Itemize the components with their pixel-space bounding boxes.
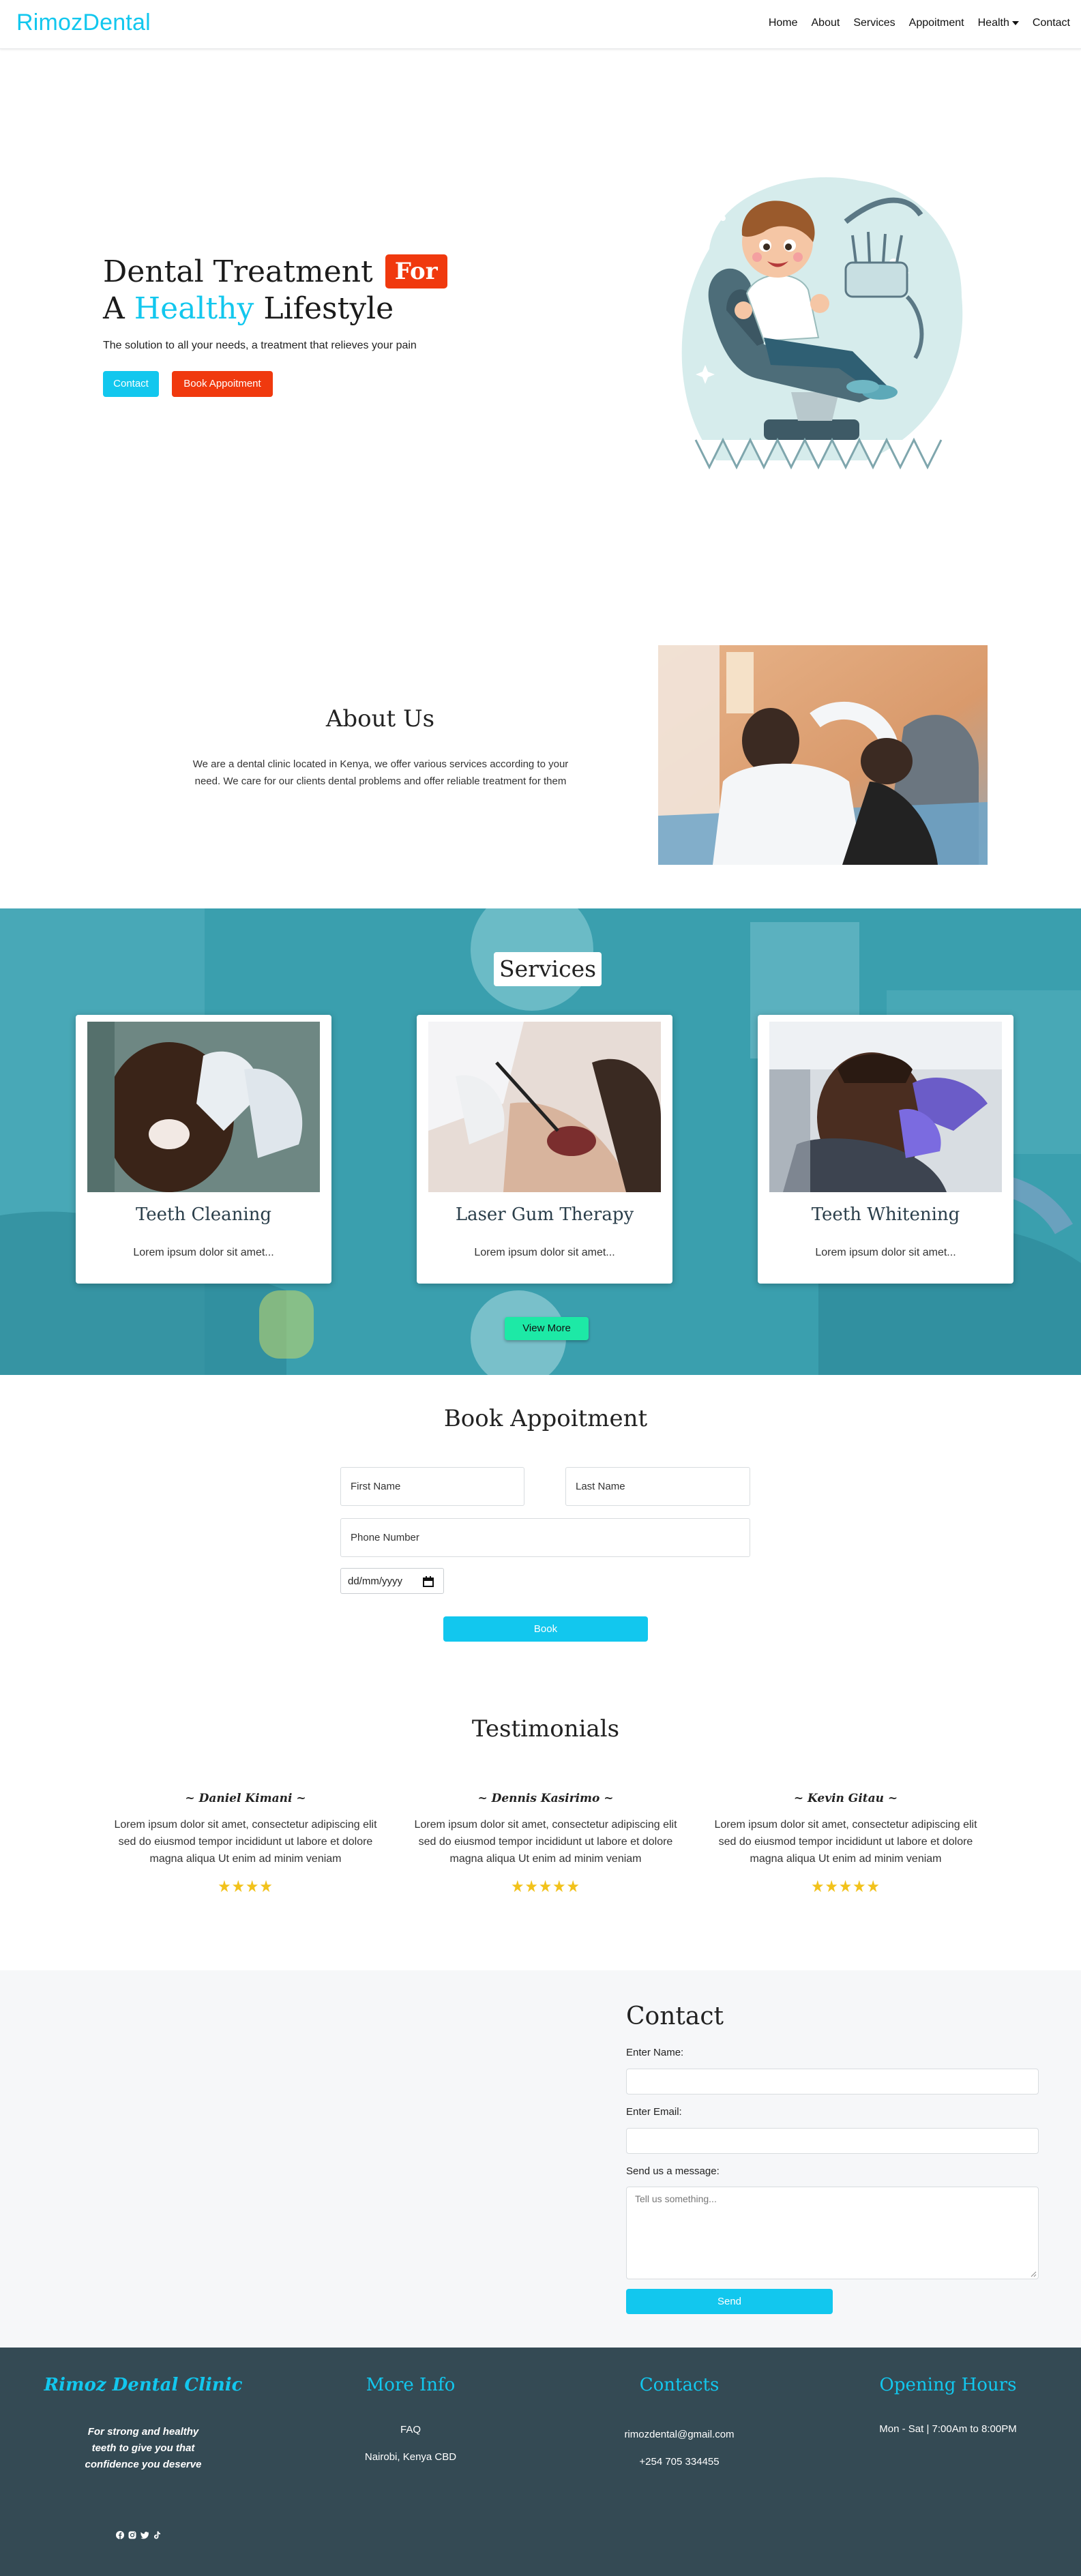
about-dentist-photo (658, 645, 988, 865)
about-text: We are a dental clinic located in Kenya,… (192, 758, 569, 787)
footer-opening-hours-title: Opening Hours (879, 2375, 1017, 2395)
tiktok-icon[interactable] (153, 2531, 161, 2539)
email-label: Enter Email: (626, 2106, 682, 2118)
contact-title: Contact (626, 2002, 724, 2030)
message-placeholder: Tell us something... (635, 2193, 717, 2204)
services-title: Services (494, 952, 602, 986)
hero-subtitle: The solution to all your needs, a treatm… (103, 340, 417, 351)
hero-title-line1: Dental Treatment (103, 254, 373, 289)
testimonial-name: ~ Daniel Kimani ~ (185, 1792, 306, 1805)
laser-gum-therapy-photo (428, 1022, 661, 1192)
service-description: Lorem ipsum dolor sit amet... (474, 1247, 615, 1258)
book-submit-button[interactable]: Book (443, 1616, 648, 1642)
nav-services[interactable]: Services (853, 17, 895, 29)
chevron-down-icon (1011, 20, 1019, 25)
footer: Rimoz Dental Clinic For strong and healt… (0, 2348, 1081, 2576)
first-name-input[interactable]: First Name (340, 1467, 524, 1506)
service-title: Teeth Cleaning (135, 1204, 272, 1225)
services-section: Services Teeth Cleaning Lorem ipsum dolo… (0, 908, 1081, 1375)
testimonial-text: Lorem ipsum dolor sit amet, consectetur … (714, 1819, 977, 1865)
footer-clinic-name: Rimoz Dental Clinic (44, 2375, 243, 2395)
footer-hours: Mon - Sat | 7:00Am to 8:00PM (879, 2423, 1017, 2435)
footer-more-info-title: More Info (366, 2375, 456, 2395)
phone-number-input[interactable]: Phone Number (340, 1518, 750, 1557)
about-title: About Us (325, 705, 435, 732)
date-input[interactable]: dd/mm/yyyy (340, 1568, 444, 1594)
contact-name-input[interactable] (626, 2069, 1039, 2094)
service-description: Lorem ipsum dolor sit amet... (815, 1247, 956, 1258)
hero-title-highlight: Healthy (134, 291, 254, 326)
footer-tagline: For strong and healthy teeth to give you… (85, 2426, 202, 2470)
hero-title: Dental Treatment For A Healthy Lifestyle (103, 254, 447, 327)
service-title: Laser Gum Therapy (455, 1204, 634, 1225)
nav-contact[interactable]: Contact (1033, 17, 1070, 29)
instagram-icon[interactable] (128, 2531, 136, 2539)
view-more-button[interactable]: View More (505, 1317, 589, 1340)
footer-social-icons (116, 2531, 161, 2539)
footer-address: Nairobi, Kenya CBD (364, 2451, 457, 2463)
testimonial-stars: ★★★★★ (511, 1877, 580, 1896)
footer-faq-link[interactable]: FAQ (308, 2424, 513, 2436)
service-card-teeth-cleaning[interactable]: Teeth Cleaning Lorem ipsum dolor sit ame… (76, 1015, 331, 1284)
brand-logo[interactable]: RimozDental (16, 10, 151, 36)
service-card-laser-gum-therapy[interactable]: Laser Gum Therapy Lorem ipsum dolor sit … (417, 1015, 672, 1284)
nav-health-label: Health (977, 17, 1009, 29)
testimonial-text: Lorem ipsum dolor sit amet, consectetur … (114, 1819, 377, 1865)
hero-book-button[interactable]: Book Appoitment (172, 371, 273, 397)
nav-appointment[interactable]: Appoitment (909, 17, 964, 29)
resize-handle-icon[interactable] (1030, 2270, 1037, 2277)
testimonial-name: ~ Dennis Kasirimo ~ (477, 1792, 614, 1805)
hero-badge-for: For (385, 254, 447, 288)
hero-contact-button[interactable]: Contact (103, 371, 159, 397)
footer-email[interactable]: rimozdental@gmail.com (577, 2429, 782, 2440)
name-label: Enter Name: (626, 2047, 684, 2058)
nav-about[interactable]: About (812, 17, 840, 29)
teeth-cleaning-photo (87, 1022, 320, 1192)
testimonial-name: ~ Kevin Gitau ~ (793, 1792, 898, 1805)
testimonial-stars: ★★★★★ (811, 1877, 880, 1896)
testimonial-text: Lorem ipsum dolor sit amet, consectetur … (414, 1819, 677, 1865)
nav-health-dropdown[interactable]: Health (978, 17, 1019, 29)
contact-section: Contact Enter Name: Enter Email: Send us… (0, 1970, 1081, 2348)
footer-contacts-title: Contacts (639, 2375, 720, 2395)
calendar-icon[interactable] (423, 1576, 434, 1587)
footer-phone[interactable]: +254 705 334455 (577, 2456, 782, 2468)
hero-dental-chair-illustration (681, 177, 963, 470)
facebook-icon[interactable] (116, 2531, 124, 2539)
service-description: Lorem ipsum dolor sit amet... (133, 1247, 274, 1258)
contact-message-textarea[interactable]: Tell us something... (626, 2187, 1039, 2279)
twitter-icon[interactable] (140, 2531, 149, 2539)
testimonials-title: Testimonials (471, 1715, 620, 1743)
navbar: RimozDental Home About Services Appoitme… (0, 0, 1081, 49)
service-card-teeth-whitening[interactable]: Teeth Whitening Lorem ipsum dolor sit am… (758, 1015, 1013, 1284)
contact-email-input[interactable] (626, 2128, 1039, 2154)
contact-send-button[interactable]: Send (626, 2289, 833, 2314)
nav-menu: Home About Services Appoitment Health Co… (755, 17, 1070, 29)
service-title: Teeth Whitening (811, 1204, 960, 1225)
message-label: Send us a message: (626, 2165, 720, 2177)
teeth-whitening-photo (769, 1022, 1002, 1192)
testimonial-stars: ★★★★ (218, 1877, 273, 1896)
nav-home[interactable]: Home (769, 17, 798, 29)
hero-title-a: A (103, 291, 125, 326)
booking-title: Book Appoitment (443, 1405, 648, 1432)
hero-title-lifestyle: Lifestyle (263, 291, 394, 326)
last-name-input[interactable]: Last Name (565, 1467, 750, 1506)
date-input-placeholder: dd/mm/yyyy (348, 1575, 403, 1587)
